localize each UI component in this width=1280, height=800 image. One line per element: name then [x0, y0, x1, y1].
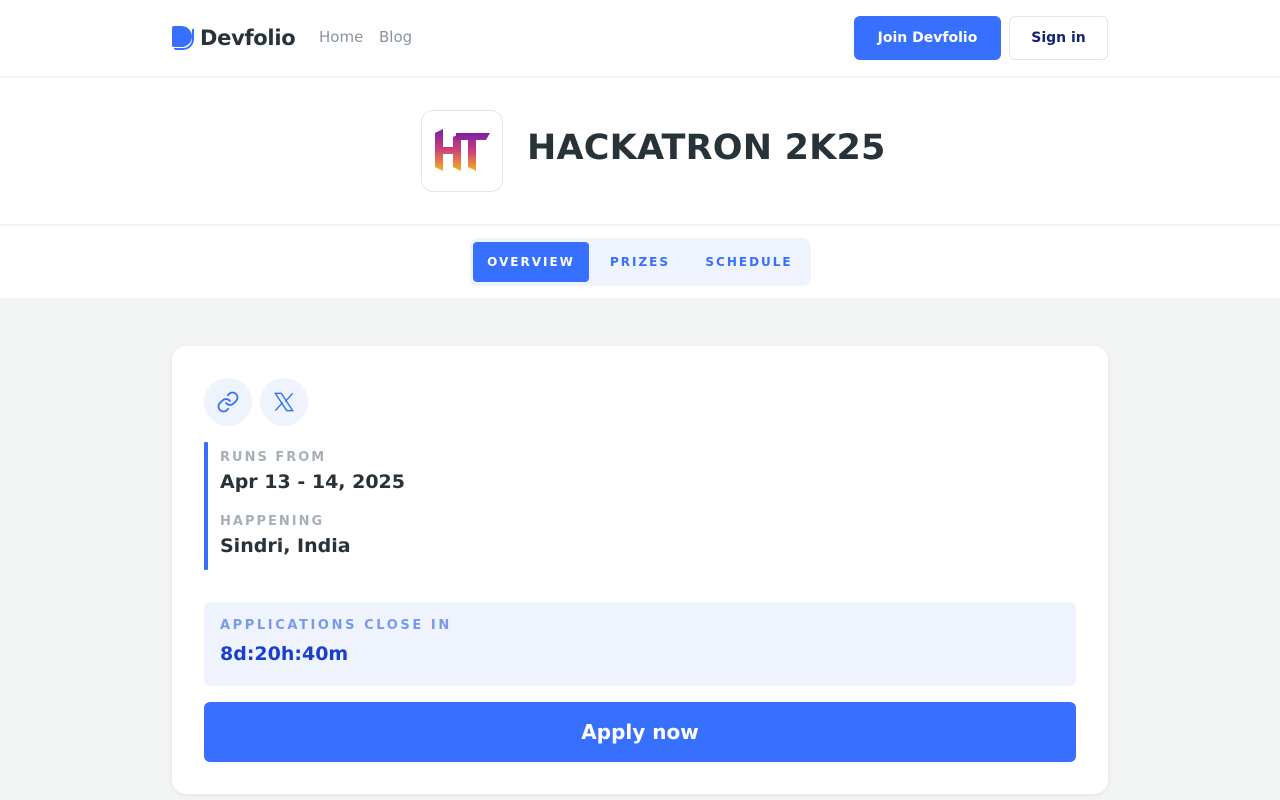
tab-group: OVERVIEW PRIZES SCHEDULE [470, 238, 811, 286]
join-devfolio-button[interactable]: Join Devfolio [854, 16, 1001, 60]
application-deadline-box: APPLICATIONS CLOSE IN 8d:20h:40m [204, 602, 1076, 686]
tab-schedule[interactable]: SCHEDULE [695, 242, 803, 282]
deadline-countdown: 8d:20h:40m [220, 643, 349, 665]
runs-from-label: RUNS FROM [220, 450, 327, 465]
tab-prizes[interactable]: PRIZES [597, 242, 683, 282]
event-header: HACKATRON 2K25 [0, 78, 1280, 225]
nav-link-blog[interactable]: Blog [379, 28, 412, 46]
devfolio-logo[interactable]: Devfolio [172, 26, 296, 50]
event-title: HACKATRON 2K25 [527, 128, 886, 168]
happening-value: Sindri, India [220, 535, 351, 557]
apply-now-button[interactable]: Apply now [204, 702, 1076, 762]
hackatron-logo-icon [435, 129, 490, 171]
happening-label: HAPPENING [220, 514, 325, 529]
nav-link-home[interactable]: Home [319, 28, 363, 46]
event-logo [421, 110, 503, 192]
x-twitter-icon [274, 392, 294, 412]
tab-overview[interactable]: OVERVIEW [473, 242, 589, 282]
link-icon [217, 391, 239, 413]
overview-card: RUNS FROM Apr 13 - 14, 2025 HAPPENING Si… [172, 346, 1108, 794]
devfolio-logo-icon [172, 26, 194, 50]
x-profile-button[interactable] [260, 378, 308, 426]
top-navbar: Devfolio Home Blog Join Devfolio Sign in [0, 0, 1280, 77]
deadline-label: APPLICATIONS CLOSE IN [220, 618, 452, 633]
logo-text: Devfolio [200, 26, 296, 50]
tab-bar: OVERVIEW PRIZES SCHEDULE [0, 226, 1280, 298]
sign-in-button[interactable]: Sign in [1009, 16, 1108, 60]
runs-from-value: Apr 13 - 14, 2025 [220, 471, 405, 493]
website-link-button[interactable] [204, 378, 252, 426]
info-accent-bar [204, 442, 208, 570]
